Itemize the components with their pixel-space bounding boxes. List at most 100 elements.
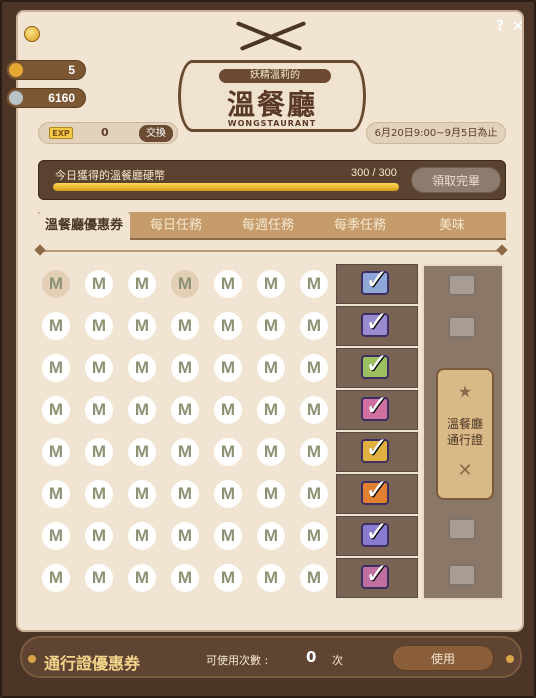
- progress-track: [53, 183, 399, 191]
- stamp-7-6: M: [257, 522, 285, 550]
- sign-title: 溫餐廳: [226, 88, 317, 121]
- exchange-button[interactable]: 交換: [139, 125, 173, 142]
- stamp-8-2: M: [85, 564, 113, 592]
- checkmark-icon: ✓: [365, 305, 389, 338]
- stamp-7-7: M: [300, 522, 328, 550]
- tab-delicious[interactable]: 美味: [406, 212, 498, 240]
- reward-slot-7[interactable]: ✓: [336, 515, 418, 556]
- tab-daily[interactable]: 每日任務: [130, 212, 222, 240]
- checkmark-icon: ✓: [365, 515, 389, 548]
- stamp-5-7: M: [300, 438, 328, 466]
- coin-icon: [24, 26, 40, 42]
- event-period: 6月20日9:00~9月5日為止: [366, 122, 506, 144]
- stamp-8-7: M: [300, 564, 328, 592]
- star-icon: ★: [457, 382, 473, 401]
- ticket-icon: [448, 274, 476, 296]
- pass-coupon-bar: 通行證優惠券 可使用次數 : 0 次 使用: [20, 636, 522, 678]
- checkmark-icon: ✓: [365, 431, 389, 464]
- uses-unit: 次: [332, 654, 343, 667]
- reward-slot-3[interactable]: ✓: [336, 347, 418, 388]
- stamp-3-6: M: [257, 354, 285, 382]
- daily-coin-progress: 今日獲得的溫餐廳硬幣 300 / 300 領取完畢: [38, 160, 506, 200]
- wongstaurant-window: ? × 5 6160 妖精溫莉的 溫餐廳 WONGSTAURANT EXP 0 …: [0, 0, 536, 698]
- stamp-8-5: M: [214, 564, 242, 592]
- ornament-icon: [506, 655, 514, 663]
- crossed-utensils-icon: ✕: [457, 460, 473, 481]
- stamp-2-5: M: [214, 312, 242, 340]
- progress-count: 300 / 300: [351, 167, 397, 179]
- stamp-2-3: M: [128, 312, 156, 340]
- stamp-4-6: M: [257, 396, 285, 424]
- stamp-4-7: M: [300, 396, 328, 424]
- uses-label: 可使用次數 :: [206, 654, 269, 667]
- claim-button[interactable]: 領取完畢: [411, 167, 501, 193]
- stamp-2-2: M: [85, 312, 113, 340]
- checkmark-icon: ✓: [365, 347, 389, 380]
- stamp-6-6: M: [257, 480, 285, 508]
- stamp-5-2: M: [85, 438, 113, 466]
- pass-coupon-title: 通行證優惠券: [44, 654, 141, 673]
- reward-slot-8[interactable]: ✓: [336, 557, 418, 598]
- stamp-2-1: M: [42, 312, 70, 340]
- use-button[interactable]: 使用: [392, 645, 494, 671]
- reward-slot-4[interactable]: ✓: [336, 389, 418, 430]
- stamp-3-2: M: [85, 354, 113, 382]
- mystery-box-icon: [448, 518, 476, 540]
- gold-coin-counter: 5: [6, 60, 86, 80]
- help-button[interactable]: ?: [492, 18, 508, 34]
- reward-slot-1[interactable]: ✓: [336, 263, 418, 304]
- stamp-7-5: M: [214, 522, 242, 550]
- stamp-6-2: M: [85, 480, 113, 508]
- stamp-1-1: M: [42, 270, 70, 298]
- stamp-2-4: M: [171, 312, 199, 340]
- progress-fill: [53, 183, 399, 191]
- exp-value: 0: [101, 126, 109, 139]
- stamp-3-1: M: [42, 354, 70, 382]
- stamp-1-2: M: [85, 270, 113, 298]
- stamp-2-6: M: [257, 312, 285, 340]
- tab-bar: 溫餐廳優惠券 每日任務 每週任務 每季任務 美味: [38, 212, 506, 240]
- stamp-7-3: M: [128, 522, 156, 550]
- stamp-grid: MMMMMMMMMMMMMMMMMMMMMMMMMMMMMMMMMMMMMMMM…: [34, 264, 334, 600]
- pass-card[interactable]: ★ 溫餐廳 通行證 ✕: [436, 368, 494, 500]
- checkmark-icon: ✓: [365, 263, 389, 296]
- silver-coin-counter: 6160: [6, 88, 86, 108]
- stamp-6-4: M: [171, 480, 199, 508]
- reward-slot-2[interactable]: ✓: [336, 305, 418, 346]
- stamp-8-4: M: [171, 564, 199, 592]
- stamp-4-3: M: [128, 396, 156, 424]
- exp-panel: EXP 0 交換: [38, 122, 178, 144]
- stamp-3-3: M: [128, 354, 156, 382]
- pass-card-line1: 溫餐廳: [446, 417, 483, 431]
- pass-card-label: 溫餐廳 通行證: [438, 416, 492, 448]
- gold-coin-icon: [9, 63, 23, 77]
- stamp-5-4: M: [171, 438, 199, 466]
- reward-slot-6[interactable]: ✓: [336, 473, 418, 514]
- stamp-8-1: M: [42, 564, 70, 592]
- silver-coin-value: 6160: [48, 91, 75, 105]
- checkmark-icon: ✓: [365, 557, 389, 590]
- stamp-3-5: M: [214, 354, 242, 382]
- stamp-1-7: M: [300, 270, 328, 298]
- stamp-1-4: M: [171, 270, 199, 298]
- tab-coupons[interactable]: 溫餐廳優惠券: [38, 212, 130, 240]
- stamp-7-1: M: [42, 522, 70, 550]
- stamp-7-2: M: [85, 522, 113, 550]
- reward-slot-5[interactable]: ✓: [336, 431, 418, 472]
- stamp-1-3: M: [128, 270, 156, 298]
- tab-weekly[interactable]: 每週任務: [222, 212, 314, 240]
- stamp-1-6: M: [257, 270, 285, 298]
- pass-column: ★ 溫餐廳 通行證 ✕: [422, 264, 504, 600]
- mystery-box-icon: [448, 316, 476, 338]
- checkmark-icon: ✓: [365, 473, 389, 506]
- section-divider: [38, 250, 504, 252]
- ornament-icon: [28, 655, 36, 663]
- tab-seasonal[interactable]: 每季任務: [314, 212, 406, 240]
- stamp-4-5: M: [214, 396, 242, 424]
- uses-value: 0: [306, 648, 317, 666]
- close-button[interactable]: ×: [510, 18, 526, 34]
- stamp-2-7: M: [300, 312, 328, 340]
- sign-subtitle: 妖精溫莉的: [219, 69, 331, 83]
- progress-label: 今日獲得的溫餐廳硬幣: [55, 169, 165, 182]
- stamp-4-1: M: [42, 396, 70, 424]
